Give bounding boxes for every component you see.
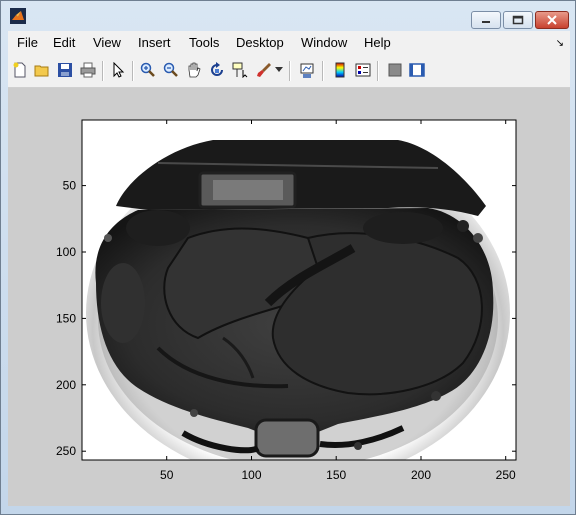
link-plot-icon	[300, 63, 314, 78]
maximize-icon	[512, 15, 524, 25]
figure-toolbar	[8, 55, 570, 88]
close-icon	[547, 15, 557, 25]
menu-tools[interactable]: Tools	[189, 35, 219, 50]
minimize-button[interactable]	[471, 11, 501, 29]
show-plot-tools-button[interactable]	[408, 61, 426, 79]
show-plot-tools-icon	[409, 63, 425, 77]
zoom-in-button[interactable]	[139, 61, 157, 79]
menu-bar: File Edit View Insert Tools Desktop Wind…	[8, 31, 570, 56]
toolbar-separator	[322, 61, 324, 81]
toolbar-separator	[377, 61, 379, 81]
save-figure-button[interactable]	[56, 61, 74, 79]
hide-plot-tools-button[interactable]	[386, 61, 404, 79]
figure-canvas: 50 100 150 200 250 50 100 150 200 250	[8, 88, 570, 506]
zoom-in-icon	[140, 62, 155, 77]
print-figure-icon	[80, 62, 96, 78]
pan-icon	[188, 62, 201, 78]
new-figure-button[interactable]	[11, 61, 29, 79]
link-plot-button[interactable]	[298, 61, 316, 79]
image-axes[interactable]: 50 100 150 200 250 50 100 150 200 250	[8, 88, 570, 506]
menu-insert[interactable]: Insert	[138, 35, 171, 50]
hide-plot-tools-icon	[388, 63, 402, 77]
pan-button[interactable]	[185, 61, 203, 79]
rotate-3d-icon	[211, 62, 223, 76]
menu-window[interactable]: Window	[301, 35, 347, 50]
insert-colorbar-icon	[335, 62, 345, 78]
figure-window: File Edit View Insert Tools Desktop Wind…	[0, 0, 576, 515]
rotate-3d-button[interactable]	[208, 61, 226, 79]
minimize-icon	[482, 21, 490, 23]
open-file-icon	[34, 65, 49, 77]
y-tick-label: 150	[56, 311, 76, 325]
close-button[interactable]	[535, 11, 569, 29]
data-cursor-button[interactable]	[231, 61, 249, 79]
insert-legend-button[interactable]	[354, 61, 372, 79]
y-tick-label: 100	[56, 245, 76, 259]
edit-plot-icon	[113, 62, 125, 78]
mri-image	[86, 140, 510, 460]
x-tick-label: 250	[496, 468, 516, 482]
toolbar-separator	[132, 61, 134, 81]
brush-dropdown-button[interactable]	[274, 61, 284, 79]
new-figure-icon	[13, 62, 26, 78]
x-tick-label: 100	[241, 468, 261, 482]
y-tick-label: 200	[56, 378, 76, 392]
insert-colorbar-button[interactable]	[331, 61, 349, 79]
y-tick-label: 250	[56, 444, 76, 458]
edit-plot-button[interactable]	[109, 61, 127, 79]
toolbar-separator	[102, 61, 104, 81]
menu-help[interactable]: Help	[364, 35, 391, 50]
menu-view[interactable]: View	[93, 35, 121, 50]
x-tick-label: 150	[326, 468, 346, 482]
save-figure-icon	[58, 63, 72, 77]
data-cursor-icon	[232, 62, 248, 78]
menu-edit[interactable]: Edit	[53, 35, 75, 50]
brush-dropdown-icon	[275, 67, 283, 72]
x-tick-label: 200	[411, 468, 431, 482]
zoom-out-icon	[163, 62, 178, 77]
zoom-out-button[interactable]	[162, 61, 180, 79]
matlab-logo-icon	[10, 8, 26, 24]
menu-file[interactable]: File	[17, 35, 38, 50]
menu-desktop[interactable]: Desktop	[236, 35, 284, 50]
insert-legend-icon	[355, 63, 371, 77]
brush-icon	[257, 63, 271, 77]
x-tick-label: 50	[160, 468, 174, 482]
brush-button[interactable]	[255, 61, 273, 79]
title-bar[interactable]	[1, 1, 575, 31]
dock-arrow-icon[interactable]: ↘	[556, 38, 564, 49]
y-tick-label: 50	[63, 179, 77, 193]
toolbar-separator	[289, 61, 291, 81]
open-file-button[interactable]	[33, 61, 51, 79]
maximize-button[interactable]	[503, 11, 533, 29]
print-figure-button[interactable]	[79, 61, 97, 79]
